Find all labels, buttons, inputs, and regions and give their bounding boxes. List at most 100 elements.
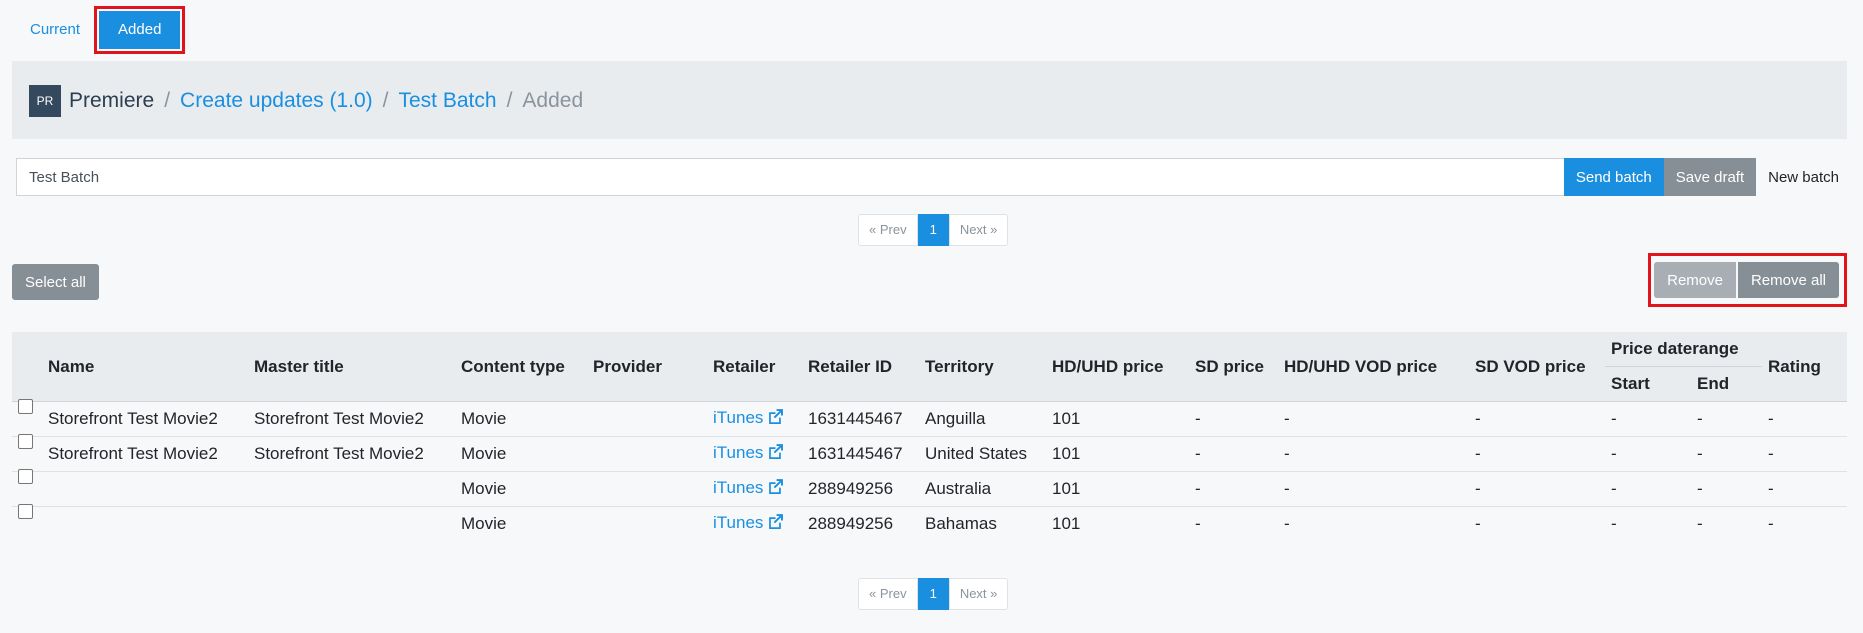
- tab-current[interactable]: Current: [18, 12, 92, 48]
- col-retailer: Retailer: [707, 332, 802, 402]
- cell-sd-price: -: [1189, 401, 1278, 437]
- cell-sd-vod-price: -: [1469, 401, 1605, 437]
- app-badge-icon: PR: [29, 85, 61, 117]
- breadcrumb-app: Premiere: [69, 89, 155, 112]
- cell-retailer: iTunes: [707, 471, 802, 507]
- cell-retailer: iTunes: [707, 401, 802, 437]
- cell-content-type: Movie: [455, 506, 587, 541]
- pagination-top: « Prev 1 Next »: [858, 214, 1009, 246]
- tab-added-highlight: Added: [94, 6, 186, 54]
- breadcrumb: PR Premiere / Create updates (1.0) / Tes…: [29, 85, 583, 117]
- retailer-link[interactable]: iTunes: [713, 478, 784, 497]
- cell-master-title: [248, 471, 455, 507]
- col-select: [12, 332, 42, 402]
- cell-content-type: Movie: [455, 436, 587, 472]
- remove-all-button[interactable]: Remove all: [1737, 262, 1839, 298]
- pagination-page[interactable]: 1: [917, 214, 949, 246]
- cell-hd-price: 101: [1046, 436, 1189, 472]
- cell-end: -: [1691, 471, 1762, 507]
- retailer-link[interactable]: iTunes: [713, 408, 784, 427]
- pagination-prev[interactable]: « Prev: [858, 214, 918, 246]
- cell-provider: [587, 471, 707, 507]
- table-row: Movie iTunes 288949256 Australia 101- - - - - -: [12, 469, 1847, 507]
- cell-rating: -: [1762, 436, 1847, 472]
- breadcrumb-bar: PR Premiere / Create updates (1.0) / Tes…: [12, 61, 1847, 139]
- external-link-icon: [767, 513, 784, 535]
- retailer-link-label: iTunes: [713, 513, 764, 532]
- breadcrumb-create-updates[interactable]: Create updates (1.0): [180, 89, 373, 113]
- pagination-page[interactable]: 1: [917, 578, 949, 610]
- cell-hd-vod-price: -: [1278, 506, 1469, 541]
- breadcrumb-batch[interactable]: Test Batch: [399, 89, 497, 113]
- row-select-cell: [12, 504, 42, 541]
- cell-name: [42, 471, 248, 507]
- batch-row: Send batch Save draft New batch: [16, 158, 1851, 196]
- col-name: Name: [42, 332, 248, 402]
- external-link-icon: [767, 478, 784, 500]
- pagination-prev[interactable]: « Prev: [858, 578, 918, 610]
- cell-provider: [587, 436, 707, 472]
- breadcrumb-separator: /: [382, 89, 389, 112]
- cell-retailer-id: 1631445467: [802, 436, 919, 472]
- new-batch-button[interactable]: New batch: [1756, 158, 1851, 196]
- cell-end: -: [1691, 506, 1762, 541]
- cell-sd-price: -: [1189, 436, 1278, 472]
- pagination-next[interactable]: Next »: [948, 578, 1009, 610]
- cell-territory: Australia: [919, 471, 1046, 507]
- view-tabs: Current Added: [18, 6, 186, 54]
- col-sd-price: SD price: [1189, 332, 1278, 402]
- col-hd-price: HD/UHD price: [1046, 332, 1189, 402]
- col-end: End: [1691, 366, 1762, 402]
- col-sd-vod-price: SD VOD price: [1469, 332, 1605, 402]
- cell-retailer: iTunes: [707, 436, 802, 472]
- cell-territory: Bahamas: [919, 506, 1046, 541]
- cell-end: -: [1691, 401, 1762, 437]
- cell-sd-price: -: [1189, 471, 1278, 507]
- cell-name: Storefront Test Movie2: [42, 401, 248, 437]
- breadcrumb-separator: /: [506, 89, 513, 112]
- cell-start: -: [1605, 471, 1691, 507]
- cell-hd-vod-price: -: [1278, 471, 1469, 507]
- remove-button[interactable]: Remove: [1654, 262, 1736, 298]
- cell-territory: United States: [919, 436, 1046, 472]
- cell-start: -: [1605, 506, 1691, 541]
- pagination-next[interactable]: Next »: [948, 214, 1009, 246]
- cell-hd-price: 101: [1046, 401, 1189, 437]
- row-select-cell: [12, 399, 42, 437]
- row-checkbox[interactable]: [18, 399, 33, 414]
- cell-sd-price: -: [1189, 506, 1278, 541]
- retailer-link-label: iTunes: [713, 478, 764, 497]
- row-checkbox[interactable]: [18, 469, 33, 484]
- cell-master-title: Storefront Test Movie2: [248, 436, 455, 472]
- retailer-link-label: iTunes: [713, 408, 764, 427]
- send-batch-button[interactable]: Send batch: [1563, 158, 1664, 196]
- table-row: Storefront Test Movie2 Storefront Test Mo…: [12, 434, 1847, 472]
- row-checkbox[interactable]: [18, 434, 33, 449]
- col-hd-vod-price: HD/UHD VOD price: [1278, 332, 1469, 402]
- save-draft-button[interactable]: Save draft: [1663, 158, 1757, 196]
- cell-start: -: [1605, 401, 1691, 437]
- table-row: Movie iTunes 288949256 Bahamas 101- - - - - -: [12, 504, 1847, 541]
- cell-provider: [587, 401, 707, 437]
- breadcrumb-current: Added: [522, 89, 584, 112]
- retailer-link[interactable]: iTunes: [713, 443, 784, 462]
- select-all-button[interactable]: Select all: [12, 264, 99, 300]
- cell-start: -: [1605, 436, 1691, 472]
- cell-master-title: Storefront Test Movie2: [248, 401, 455, 437]
- cell-hd-vod-price: -: [1278, 401, 1469, 437]
- cell-sd-vod-price: -: [1469, 471, 1605, 507]
- cell-rating: -: [1762, 471, 1847, 507]
- cell-hd-price: 101: [1046, 506, 1189, 541]
- tab-added[interactable]: Added: [99, 11, 181, 49]
- cell-sd-vod-price: -: [1469, 436, 1605, 472]
- col-price-daterange: Price daterange: [1605, 332, 1762, 367]
- cell-hd-vod-price: -: [1278, 436, 1469, 472]
- cell-retailer-id: 1631445467: [802, 401, 919, 437]
- pagination-bottom: « Prev 1 Next »: [858, 578, 1009, 610]
- cell-retailer: iTunes: [707, 506, 802, 541]
- row-select-cell: [12, 434, 42, 472]
- cell-hd-price: 101: [1046, 471, 1189, 507]
- batch-name-input[interactable]: [16, 158, 1564, 196]
- retailer-link[interactable]: iTunes: [713, 513, 784, 532]
- row-checkbox[interactable]: [18, 504, 33, 519]
